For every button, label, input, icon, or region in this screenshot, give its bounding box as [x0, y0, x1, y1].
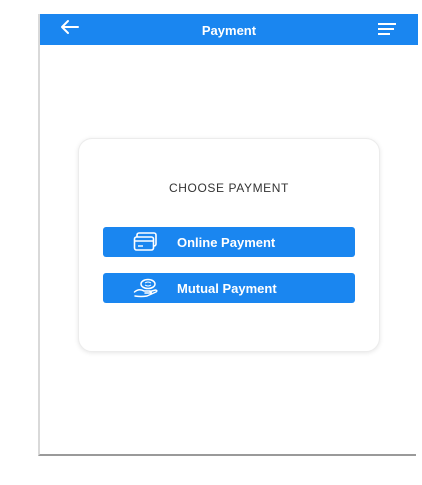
- app-screen: Payment CHOOSE PAYMENT Online Payment Mu…: [38, 14, 418, 456]
- mutual-payment-label: Mutual Payment: [177, 281, 277, 296]
- top-app-bar: Payment: [40, 14, 418, 45]
- choose-payment-card: CHOOSE PAYMENT Online Payment Mutual Pay…: [78, 138, 380, 352]
- online-payment-label: Online Payment: [177, 235, 276, 250]
- mutual-payment-button[interactable]: Mutual Payment: [103, 273, 355, 303]
- menu-button[interactable]: [378, 23, 398, 37]
- hamburger-menu-icon: [378, 23, 396, 35]
- online-payment-button[interactable]: Online Payment: [103, 227, 355, 257]
- credit-card-icon: [133, 232, 157, 251]
- card-title: CHOOSE PAYMENT: [169, 181, 289, 195]
- hand-money-icon: [133, 278, 158, 298]
- page-title: Payment: [201, 23, 257, 38]
